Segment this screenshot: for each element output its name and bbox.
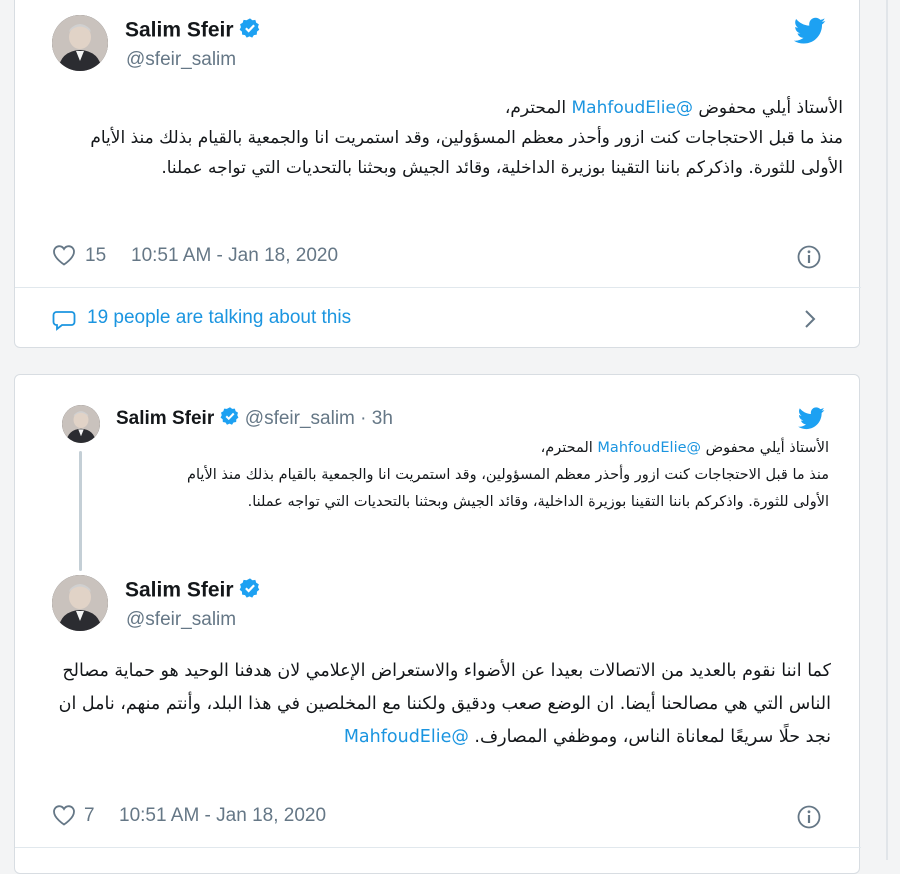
tweet-text-line1: الأستاذ أيلي محفوض @MahfoudElie المحترم، <box>75 93 843 123</box>
verified-badge-icon <box>220 406 240 432</box>
info-icon[interactable] <box>796 804 822 830</box>
author-handle[interactable]: @sfeir_salim <box>126 49 236 71</box>
tweet-text: الأستاذ أيلي محفوض @MahfoudElie المحترم،… <box>75 93 843 183</box>
like-count[interactable]: 7 <box>84 805 95 827</box>
tweet-card-1: Salim Sfeir @sfeir_salim الأستاذ أيلي مح… <box>14 0 861 348</box>
mention-link[interactable]: @MahfoudElie <box>572 98 693 118</box>
avatar[interactable] <box>52 575 108 631</box>
author-name[interactable]: Salim Sfeir <box>125 577 261 605</box>
text-fragment: المحترم، <box>540 440 598 456</box>
twitter-bird-icon[interactable] <box>797 407 825 431</box>
like-count[interactable]: 15 <box>85 245 106 267</box>
author-name[interactable]: Salim Sfeir <box>125 17 261 45</box>
avatar-photo-icon <box>52 575 108 631</box>
text-fragment: الأستاذ أيلي محفوض <box>692 98 843 118</box>
twitter-bird-icon[interactable] <box>793 17 826 45</box>
chevron-right-icon[interactable] <box>801 307 819 331</box>
tweet-text-body: منذ ما قبل الاحتجاجات كنت ازور وأحذر معظ… <box>90 128 843 178</box>
heart-icon[interactable] <box>52 804 78 828</box>
author-handle[interactable]: @sfeir_salim <box>126 609 236 631</box>
mention-link[interactable]: @MahfoudElie <box>597 440 701 456</box>
tweet-text: كما اننا نقوم بالعديد من الاتصالات بعيدا… <box>55 655 831 754</box>
tweet-card-2: Salim Sfeir @sfeir_salim · 3h الأستاذ أي… <box>14 374 861 874</box>
quoted-header: Salim Sfeir @sfeir_salim · 3h <box>116 406 393 432</box>
quoted-author-handle[interactable]: @sfeir_salim <box>245 408 355 429</box>
verified-badge-icon <box>239 17 261 45</box>
verified-badge-icon <box>239 577 261 605</box>
avatar-photo-icon <box>52 15 108 71</box>
author-name-text: Salim Sfeir <box>125 578 234 602</box>
avatar[interactable] <box>52 15 108 71</box>
page-scroll-edge <box>886 0 888 860</box>
quoted-author-name[interactable]: Salim Sfeir <box>116 408 214 429</box>
text-fragment: المحترم، <box>504 98 572 118</box>
tweet-timestamp[interactable]: 10:51 AM - Jan 18, 2020 <box>119 805 326 827</box>
mention-link[interactable]: @MahfoudElie <box>344 727 469 747</box>
thread-connector <box>79 451 82 571</box>
author-name-text: Salim Sfeir <box>125 18 234 42</box>
info-icon[interactable] <box>796 244 822 270</box>
quoted-avatar[interactable] <box>62 405 100 443</box>
quoted-tweet-age[interactable]: · 3h <box>360 408 393 429</box>
conversation-link[interactable]: 19 people are talking about this <box>87 307 351 329</box>
comment-bubble-icon[interactable] <box>52 309 76 331</box>
divider <box>15 847 861 848</box>
quoted-tweet-text: الأستاذ أيلي محفوض @MahfoudElie المحترم،… <box>155 435 829 516</box>
divider <box>15 287 861 288</box>
quoted-text-body: منذ ما قبل الاحتجاجات كنت ازور وأحذر معظ… <box>187 467 829 510</box>
text-fragment: الأستاذ أيلي محفوض <box>701 440 829 456</box>
quoted-text-line1: الأستاذ أيلي محفوض @MahfoudElie المحترم، <box>155 435 829 462</box>
avatar-photo-icon <box>62 405 100 443</box>
tweet-timestamp[interactable]: 10:51 AM - Jan 18, 2020 <box>131 245 338 267</box>
heart-icon[interactable] <box>52 244 78 268</box>
